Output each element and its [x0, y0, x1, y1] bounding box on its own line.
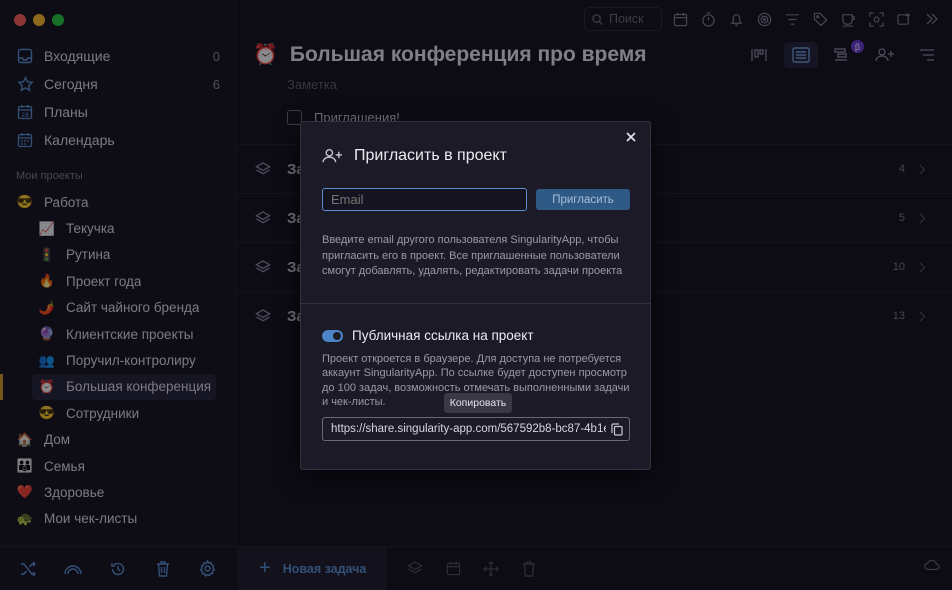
dialog-title: Пригласить в проект [354, 147, 507, 164]
invite-button[interactable]: Пригласить [536, 189, 630, 210]
copy-icon[interactable] [610, 422, 624, 436]
public-link-label: Публичная ссылка на проект [352, 328, 534, 343]
public-link-toggle[interactable] [322, 329, 343, 342]
share-link-field[interactable]: https://share.singularity-app.com/567592… [322, 417, 630, 441]
divider [301, 303, 650, 304]
dialog-header: Пригласить в проект [322, 147, 507, 165]
public-link-toggle-row[interactable]: Публичная ссылка на проект [322, 328, 534, 343]
share-link-url: https://share.singularity-app.com/567592… [331, 423, 606, 435]
close-icon[interactable] [624, 130, 638, 144]
email-input[interactable] [322, 188, 527, 211]
invite-dialog: Пригласить в проект Пригласить Введите e… [300, 121, 651, 470]
invite-description: Введите email другого пользователя Singu… [322, 234, 623, 277]
add-user-icon [322, 147, 344, 165]
copy-tooltip: Копировать [444, 393, 512, 413]
